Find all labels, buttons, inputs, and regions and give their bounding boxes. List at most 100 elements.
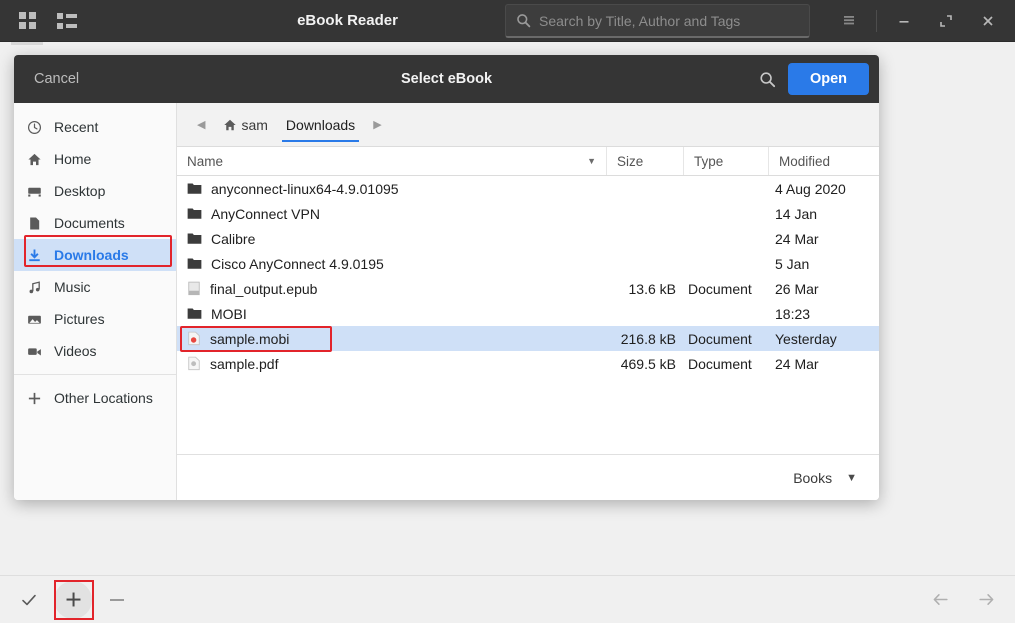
column-header-modified[interactable]: Modified xyxy=(769,147,879,175)
sidebar-item-music[interactable]: Music xyxy=(14,271,176,303)
table-row[interactable]: AnyConnect VPN 14 Jan xyxy=(177,201,879,226)
file-browser: ◀ sam Downloads ▶ xyxy=(177,103,879,500)
breadcrumb-back-icon[interactable]: ◀ xyxy=(189,118,213,131)
grid-view-button[interactable] xyxy=(10,4,44,38)
file-name: sample.pdf xyxy=(210,356,278,372)
checkmark-icon xyxy=(20,591,38,609)
file-name: anyconnect-linux64-4.9.01095 xyxy=(211,181,399,197)
window-controls xyxy=(828,0,1015,41)
file-type: Document xyxy=(684,356,769,372)
dialog-header-actions: Open xyxy=(759,63,869,95)
cancel-button[interactable]: Cancel xyxy=(24,65,89,93)
list-view-button[interactable] xyxy=(50,4,84,38)
column-header-size[interactable]: Size xyxy=(607,147,684,175)
folder-icon xyxy=(187,232,202,245)
table-row[interactable]: final_output.epub 13.6 kB Document 26 Ma… xyxy=(177,276,879,301)
remove-book-button[interactable] xyxy=(102,585,132,615)
folder-icon xyxy=(187,207,202,220)
select-button[interactable] xyxy=(14,585,44,615)
music-icon xyxy=(26,280,43,295)
file-name: Calibre xyxy=(211,231,255,247)
search-icon xyxy=(759,71,776,88)
bottom-toolbar-actions xyxy=(14,579,132,621)
sidebar-item-other-locations[interactable]: Other Locations xyxy=(14,382,176,414)
epub-file-icon xyxy=(187,281,201,296)
file-list: anyconnect-linux64-4.9.01095 4 Aug 2020 xyxy=(177,176,879,454)
file-chooser-dialog: Cancel Select eBook Open xyxy=(14,55,879,500)
breadcrumb-item-downloads[interactable]: Downloads xyxy=(278,103,363,146)
file-name: sample.mobi xyxy=(210,331,289,347)
sidebar-item-label: Pictures xyxy=(54,311,105,327)
sidebar-item-recent[interactable]: Recent xyxy=(14,111,176,143)
places-sidebar: Recent Home xyxy=(14,103,177,500)
table-row[interactable]: MOBI 18:23 xyxy=(177,301,879,326)
file-type-filter[interactable]: Books ▼ xyxy=(793,470,857,486)
table-row[interactable]: sample.mobi 216.8 kB Document Yesterday xyxy=(177,326,879,351)
open-button[interactable]: Open xyxy=(788,63,869,95)
file-modified: 4 Aug 2020 xyxy=(769,181,879,197)
search-input[interactable] xyxy=(539,13,799,29)
breadcrumb-forward-icon[interactable]: ▶ xyxy=(365,118,389,131)
sort-descending-caret-icon: ▼ xyxy=(587,156,596,166)
file-name-cell: sample.mobi xyxy=(177,331,607,347)
menu-button[interactable] xyxy=(828,0,870,42)
add-book-container xyxy=(50,579,96,621)
mobi-file-icon xyxy=(187,331,201,346)
window-title-text: eBook Reader xyxy=(297,12,398,29)
home-icon xyxy=(223,118,237,132)
navigate-forward-button[interactable] xyxy=(971,585,1001,615)
dialog-search-button[interactable] xyxy=(759,71,776,88)
table-row[interactable]: anyconnect-linux64-4.9.01095 4 Aug 2020 xyxy=(177,176,879,201)
file-modified: 18:23 xyxy=(769,306,879,322)
add-book-button[interactable] xyxy=(54,581,92,619)
desktop-icon xyxy=(26,184,43,199)
plus-icon xyxy=(26,391,43,406)
sidebar-item-downloads[interactable]: Downloads xyxy=(14,239,176,271)
sidebar-item-videos[interactable]: Videos xyxy=(14,335,176,367)
navigation-controls xyxy=(925,585,1001,615)
table-row[interactable]: Calibre 24 Mar xyxy=(177,226,879,251)
file-name: final_output.epub xyxy=(210,281,317,297)
sidebar-item-documents[interactable]: Documents xyxy=(14,207,176,239)
breadcrumb-item-home[interactable]: sam xyxy=(215,103,275,146)
dialog-header: Cancel Select eBook Open xyxy=(14,55,879,103)
file-list-header: Name ▼ Size Type Modified xyxy=(177,147,879,176)
folder-icon xyxy=(187,182,202,195)
sidebar-item-label: Downloads xyxy=(54,247,129,263)
list-view-icon xyxy=(57,13,77,29)
close-button[interactable] xyxy=(967,0,1009,42)
minimize-button[interactable] xyxy=(883,0,925,42)
application-window: eBook Reader xyxy=(0,0,1015,623)
column-header-name[interactable]: Name ▼ xyxy=(177,147,607,175)
column-header-label: Name xyxy=(187,154,223,169)
table-row[interactable]: Cisco AnyConnect 4.9.0195 5 Jan xyxy=(177,251,879,276)
file-modified: 14 Jan xyxy=(769,206,879,222)
sidebar-item-home[interactable]: Home xyxy=(14,143,176,175)
file-name-cell: final_output.epub xyxy=(177,281,607,297)
dialog-content: Recent Home xyxy=(14,103,879,500)
column-header-label: Type xyxy=(694,154,723,169)
column-header-type[interactable]: Type xyxy=(684,147,769,175)
breadcrumb-label: sam xyxy=(241,117,267,133)
minus-icon xyxy=(110,599,124,601)
file-name-cell: Cisco AnyConnect 4.9.0195 xyxy=(177,256,607,272)
sidebar-item-label: Desktop xyxy=(54,183,105,199)
maximize-button[interactable] xyxy=(925,0,967,42)
search-box[interactable] xyxy=(505,4,810,38)
folder-icon xyxy=(187,257,202,270)
sidebar-item-pictures[interactable]: Pictures xyxy=(14,303,176,335)
sidebar-item-label: Videos xyxy=(54,343,97,359)
dialog-title: Select eBook xyxy=(14,71,879,87)
sidebar-item-desktop[interactable]: Desktop xyxy=(14,175,176,207)
table-row[interactable]: sample.pdf 469.5 kB Document 24 Mar xyxy=(177,351,879,376)
video-icon xyxy=(26,344,43,359)
column-header-label: Modified xyxy=(779,154,830,169)
folder-icon xyxy=(187,307,202,320)
view-switcher xyxy=(0,0,84,41)
chevron-down-icon: ▼ xyxy=(846,472,857,484)
clock-icon xyxy=(26,120,43,135)
navigate-back-button[interactable] xyxy=(925,585,955,615)
file-modified: Yesterday xyxy=(769,331,879,347)
picture-icon xyxy=(26,312,43,327)
file-name-cell: anyconnect-linux64-4.9.01095 xyxy=(177,181,607,197)
